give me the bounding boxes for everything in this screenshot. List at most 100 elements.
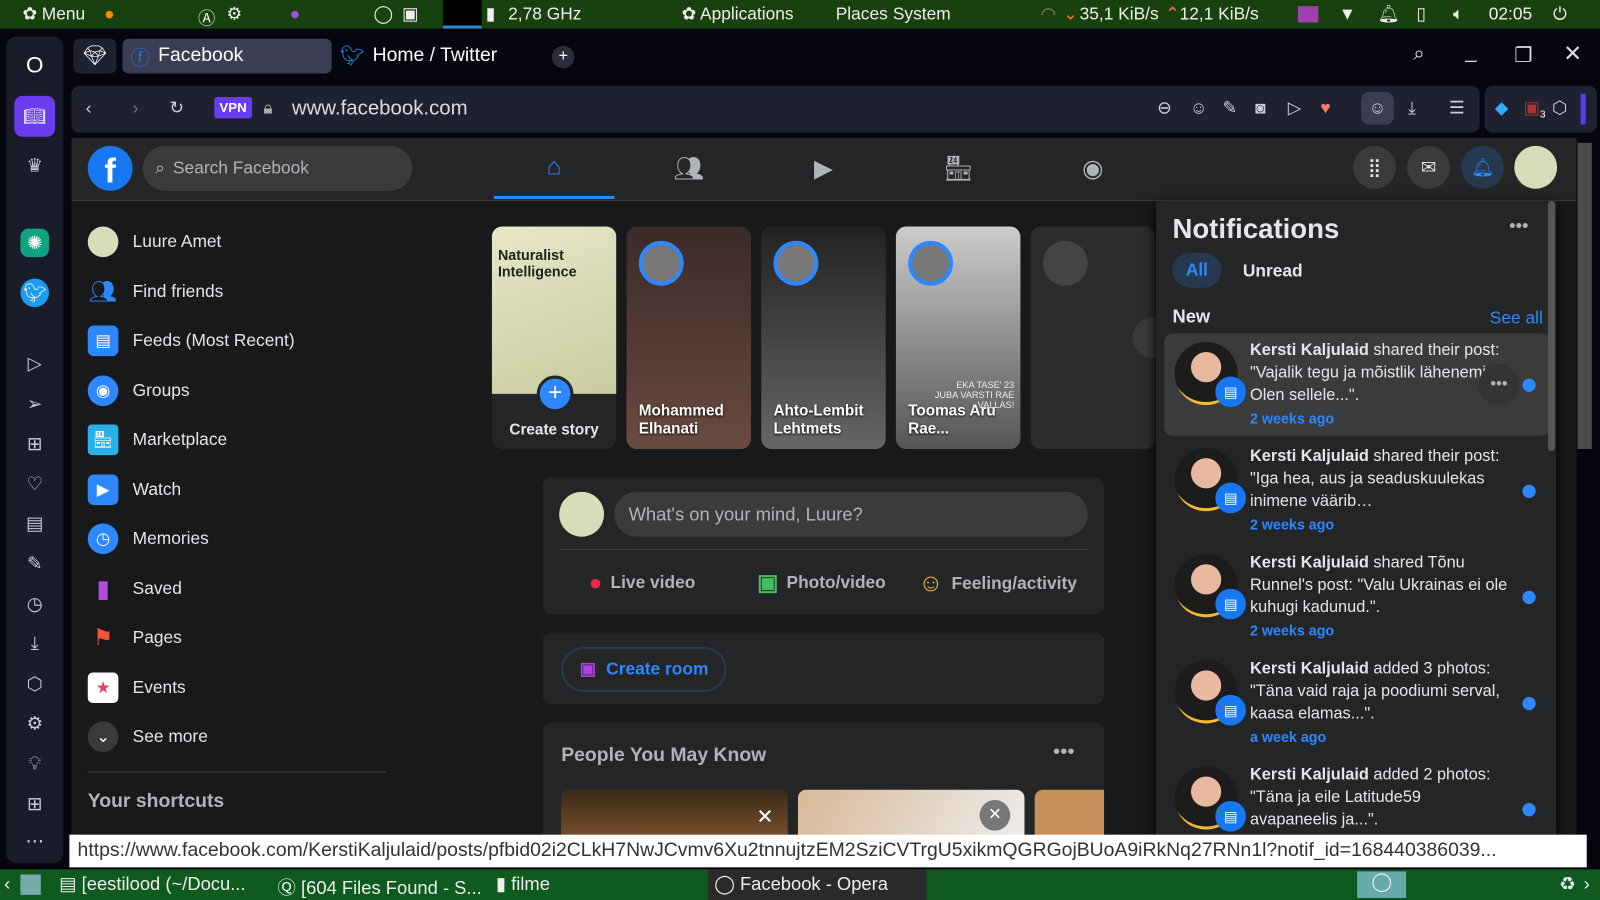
url-input[interactable]: www.facebook.com bbox=[292, 97, 468, 120]
battery-icon[interactable]: ▯ bbox=[1416, 4, 1426, 24]
profile-icon[interactable]: ☺ bbox=[1361, 91, 1394, 125]
close-button[interactable]: ✕ bbox=[1563, 41, 1582, 68]
downloads-icon[interactable]: ⤓ bbox=[20, 629, 49, 658]
sidebar-item-marketplace[interactable]: 🏪︎ Marketplace bbox=[87, 419, 227, 460]
dismiss-icon[interactable]: ✕ bbox=[979, 799, 1011, 831]
more-options-icon[interactable]: ••• bbox=[1509, 215, 1528, 236]
workspace-switcher[interactable]: ◯ bbox=[1357, 871, 1407, 898]
taskbar-item[interactable]: Ⓠ [604 Files Found - S... bbox=[278, 873, 482, 900]
notification-options-button[interactable]: ••• bbox=[1478, 364, 1520, 406]
clipboard-extension-icon[interactable]: ▣3 bbox=[1523, 98, 1545, 121]
forward-button[interactable]: › bbox=[133, 98, 139, 118]
dismiss-icon[interactable]: ✕ bbox=[756, 804, 773, 830]
page-scrollbar[interactable] bbox=[1577, 142, 1592, 449]
zoom-out-icon[interactable]: ⊖ bbox=[1157, 98, 1172, 118]
menu-grid-icon[interactable]: ⣿ bbox=[1353, 145, 1396, 189]
more-icon[interactable]: ⋯ bbox=[20, 827, 49, 856]
opera-logo-icon[interactable]: O bbox=[20, 51, 49, 80]
story-card[interactable]: Mohammed Elhanati bbox=[626, 226, 752, 449]
applications-menu[interactable]: ✿ Applications bbox=[682, 4, 794, 24]
snapshot-icon[interactable]: ◙ bbox=[1255, 98, 1265, 118]
speed-dial-icon[interactable]: ⊞ bbox=[20, 430, 49, 459]
back-button[interactable]: ‹ bbox=[86, 98, 92, 118]
emoji-icon[interactable]: ☺ bbox=[1190, 98, 1208, 118]
twitter-icon[interactable]: 🐦︎ bbox=[20, 278, 49, 308]
tab-search-icon[interactable]: ⌕ bbox=[1413, 43, 1424, 66]
taskbar-item[interactable]: ▮ filme bbox=[496, 873, 550, 894]
story-card[interactable]: EKA TASE' 23 JUBA VARSTI RAE VALLAS! Toom… bbox=[895, 226, 1021, 449]
firefox-icon[interactable]: ● bbox=[104, 4, 114, 24]
minimize-button[interactable]: _ bbox=[1465, 41, 1476, 64]
favorite-heart-icon[interactable]: ♥ bbox=[1320, 98, 1330, 118]
sidebar-item-watch[interactable]: ▶ Watch bbox=[87, 469, 181, 510]
notification-item[interactable]: ▤ Kersti Kaljulaid shared their post: "Va… bbox=[1164, 333, 1550, 436]
taskbar-item[interactable]: ▤ [eestilood (~/Docu... bbox=[59, 873, 245, 894]
tab-facebook[interactable]: ⓕ Facebook bbox=[122, 38, 332, 74]
tor-icon[interactable]: ● bbox=[290, 4, 300, 24]
see-all-link[interactable]: See all bbox=[1490, 308, 1543, 328]
diamond-extension-icon[interactable]: ◆ bbox=[1495, 98, 1508, 118]
easy-setup-icon[interactable]: ☰ bbox=[1449, 98, 1465, 118]
sidebar-item-groups[interactable]: ◉ Groups bbox=[87, 370, 190, 411]
feeling-activity-button[interactable]: ☺ Feeling/activity bbox=[918, 569, 1077, 598]
workspace-icon[interactable]: 💎︎ bbox=[73, 38, 117, 74]
photo-video-button[interactable]: ▣ Photo/video bbox=[757, 569, 886, 596]
cube-extension-icon[interactable]: ⬡ bbox=[1552, 98, 1567, 118]
nav-home-icon[interactable]: ⌂ bbox=[493, 138, 615, 199]
taskbar-scroll-left[interactable]: ‹ bbox=[4, 873, 10, 894]
vpn-badge[interactable]: VPN bbox=[214, 96, 252, 119]
sidebar-item-pages[interactable]: ⚑ Pages bbox=[88, 617, 182, 658]
chatgpt-icon[interactable]: ✺ bbox=[20, 228, 49, 258]
sidebar-item-saved[interactable]: ▮ Saved bbox=[88, 568, 182, 609]
story-card[interactable]: Ahto-Lembit Lehtmets bbox=[761, 226, 886, 449]
send-icon[interactable]: ➢ bbox=[20, 390, 49, 419]
extensions-icon[interactable]: ⬡ bbox=[20, 669, 49, 698]
reload-button[interactable]: ↻ bbox=[169, 98, 184, 118]
create-room-button[interactable]: ▣ Create room bbox=[561, 646, 727, 692]
facebook-logo[interactable]: f bbox=[87, 145, 133, 191]
search-input[interactable]: ⌕ Search Facebook bbox=[142, 145, 413, 191]
notifications-bell-icon[interactable]: 🔔︎ bbox=[1461, 145, 1505, 189]
menu-button[interactable]: ✿ Menu bbox=[22, 4, 85, 24]
tab-unread[interactable]: Unread bbox=[1243, 261, 1303, 281]
restore-button[interactable]: ❐ bbox=[1514, 43, 1532, 69]
pin-icon[interactable]: ✎ bbox=[1222, 98, 1237, 118]
sidebar-item-memories[interactable]: ◷ Memories bbox=[87, 518, 209, 559]
edit-icon[interactable]: ✎ bbox=[20, 549, 49, 578]
plus-note-icon[interactable]: ⊞ bbox=[20, 790, 49, 819]
account-avatar[interactable] bbox=[1514, 145, 1558, 189]
audio-recorder-icon[interactable] bbox=[1297, 6, 1319, 23]
sidebar-item-profile[interactable]: Luure Amet bbox=[87, 221, 221, 262]
system-menu[interactable]: System bbox=[893, 4, 951, 24]
taskbar-scroll-right[interactable]: › bbox=[1584, 873, 1590, 894]
taskbar-item-active[interactable]: ◯ Facebook - Opera bbox=[708, 869, 927, 900]
sidebar-item-see-more[interactable]: ⌄ See more bbox=[87, 716, 208, 757]
nav-marketplace-icon[interactable]: 🏪︎ bbox=[898, 138, 1018, 199]
reading-list-icon[interactable]: 📖︎ bbox=[14, 95, 56, 137]
show-desktop-icon[interactable] bbox=[20, 874, 41, 895]
sidebar-item-feeds[interactable]: ▤ Feeds (Most Recent) bbox=[87, 320, 295, 361]
sidebar-item-find-friends[interactable]: 👥︎ Find friends bbox=[88, 271, 224, 312]
live-video-button[interactable]: ● Live video bbox=[589, 569, 696, 596]
settings-icon[interactable]: ⚙ bbox=[20, 709, 49, 738]
messenger-icon[interactable]: ✉ bbox=[1407, 145, 1450, 189]
notification-item[interactable]: ▤ Kersti Kaljulaid shared Tõnu Runnel's p… bbox=[1164, 546, 1550, 648]
news-icon[interactable]: ▤ bbox=[20, 509, 49, 538]
player-icon[interactable]: ▷ bbox=[20, 349, 49, 378]
more-options-icon[interactable]: ••• bbox=[1053, 741, 1074, 764]
tab-all[interactable]: All bbox=[1172, 253, 1222, 288]
lock-icon[interactable]: 🔒︎ bbox=[263, 98, 272, 118]
volume-icon[interactable]: 🔈︎ bbox=[1453, 4, 1463, 24]
power-icon[interactable]: ⏻ bbox=[1553, 4, 1567, 24]
create-story-card[interactable]: Naturalist Intelligence + Create story bbox=[491, 226, 617, 449]
notification-bell-icon[interactable]: 🔔︎ bbox=[1378, 4, 1400, 24]
gears-icon[interactable]: ⚙ bbox=[227, 4, 243, 24]
trash-icon[interactable]: ♻ bbox=[1559, 873, 1575, 894]
status-input[interactable]: What's on your mind, Luure? bbox=[614, 491, 1088, 537]
tab-twitter[interactable]: 🐦︎ Home / Twitter bbox=[332, 39, 536, 74]
history-icon[interactable]: ◷ bbox=[20, 590, 49, 619]
opera-launcher-icon[interactable]: ◯ bbox=[373, 4, 392, 24]
download-icon[interactable]: ⤓ bbox=[1408, 98, 1416, 118]
new-tab-button[interactable]: + bbox=[552, 45, 575, 69]
nav-groups-icon[interactable]: ◉ bbox=[1033, 138, 1153, 199]
